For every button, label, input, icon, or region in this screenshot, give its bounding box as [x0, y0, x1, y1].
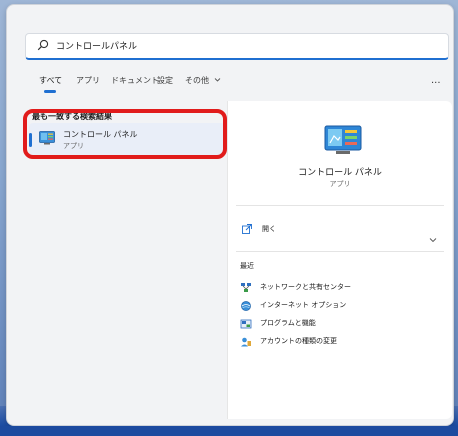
control-panel-large-icon [324, 125, 362, 154]
tab-documents[interactable]: ドキュメント [111, 75, 159, 86]
search-query: コントロールパネル [56, 42, 138, 52]
open-external-icon [242, 224, 252, 234]
open-action[interactable]: 開く [240, 223, 440, 239]
tab-more-label: その他 [185, 76, 209, 85]
more-options-button[interactable]: ... [431, 75, 441, 86]
tab-settings[interactable]: 設定 [157, 75, 173, 86]
expand-chevron-icon[interactable] [428, 235, 438, 245]
details-divider-2 [236, 251, 444, 252]
internet-options-icon [241, 301, 251, 311]
recent-item-label: インターネット オプション [260, 301, 347, 309]
search-icon [37, 39, 49, 51]
chevron-down-icon [214, 78, 220, 82]
red-highlight-annotation [23, 109, 227, 159]
programs-icon [240, 319, 252, 329]
details-divider [236, 205, 444, 206]
tab-all[interactable]: すべて [39, 75, 62, 86]
recent-item-change-account-type[interactable]: アカウントの種類の変更 [240, 335, 440, 351]
recent-item-label: プログラムと機能 [260, 319, 316, 327]
search-input[interactable]: コントロールパネル [25, 33, 449, 60]
recent-item-label: アカウントの種類の変更 [260, 337, 337, 345]
recent-item-network-center[interactable]: ネットワークと共有センター [240, 281, 440, 297]
result-details-pane: コントロール パネル アプリ 開く 最近 ネットワークと共有センター インターネ… [227, 101, 452, 419]
details-app-kind: アプリ [329, 180, 351, 188]
details-app-name: コントロール パネル [298, 168, 382, 178]
taskbar-edge [0, 426, 458, 436]
open-label: 開く [262, 225, 276, 233]
recent-item-internet-options[interactable]: インターネット オプション [240, 299, 440, 315]
recent-item-label: ネットワークと共有センター [260, 283, 351, 291]
search-panel: コントロールパネル すべて アプリ ドキュメント 設定 その他 ... 最も一致… [6, 4, 454, 426]
recent-item-programs-features[interactable]: プログラムと機能 [240, 317, 440, 333]
recent-heading: 最近 [240, 262, 254, 270]
tab-more[interactable]: その他 [185, 75, 221, 86]
tab-apps[interactable]: アプリ [76, 75, 100, 86]
user-accounts-icon [241, 337, 251, 347]
network-icon [241, 283, 251, 292]
active-tab-indicator [44, 90, 56, 93]
